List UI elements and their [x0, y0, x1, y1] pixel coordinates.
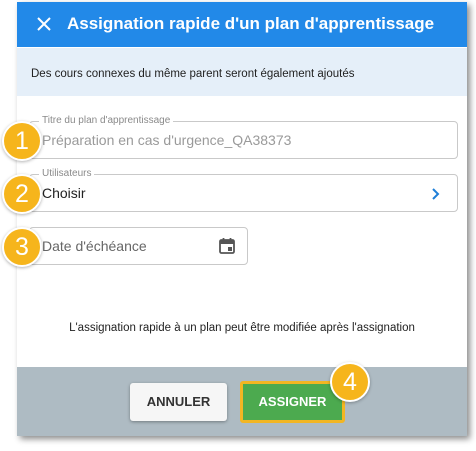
- plan-title-field: Titre du plan d'apprentissage Préparatio…: [29, 115, 458, 159]
- dialog-footer: ANNULER ASSIGNER: [17, 367, 467, 436]
- due-date-field[interactable]: Date d'échéance: [29, 227, 248, 265]
- users-value: Choisir: [42, 185, 86, 201]
- due-date-placeholder: Date d'échéance: [42, 238, 147, 254]
- chevron-right-icon: [427, 186, 443, 202]
- callout-badge-1: 1: [2, 121, 42, 161]
- assignment-note: L'assignation rapide à un plan peut être…: [69, 322, 415, 334]
- quick-assign-dialog: Assignation rapide d'un plan d'apprentis…: [17, 2, 467, 436]
- dialog-title: Assignation rapide d'un plan d'apprentis…: [67, 14, 435, 33]
- plan-title-label: Titre du plan d'apprentissage: [39, 115, 174, 127]
- users-label: Utilisateurs: [39, 168, 95, 180]
- callout-badge-3: 3: [2, 227, 42, 267]
- info-banner: Des cours connexes du même parent seront…: [17, 48, 467, 96]
- callout-badge-2: 2: [2, 174, 42, 214]
- users-selector[interactable]: Utilisateurs Choisir: [29, 168, 458, 212]
- close-icon[interactable]: [34, 14, 54, 34]
- assign-button[interactable]: ASSIGNER: [240, 381, 345, 423]
- plan-title-value: Préparation en cas d'urgence_QA38373: [42, 132, 292, 148]
- calendar-icon[interactable]: [218, 237, 236, 255]
- callout-badge-4: 4: [330, 362, 370, 402]
- cancel-button[interactable]: ANNULER: [130, 383, 227, 421]
- dialog-header: Assignation rapide d'un plan d'apprentis…: [17, 2, 467, 47]
- info-text: Des cours connexes du même parent seront…: [31, 68, 355, 80]
